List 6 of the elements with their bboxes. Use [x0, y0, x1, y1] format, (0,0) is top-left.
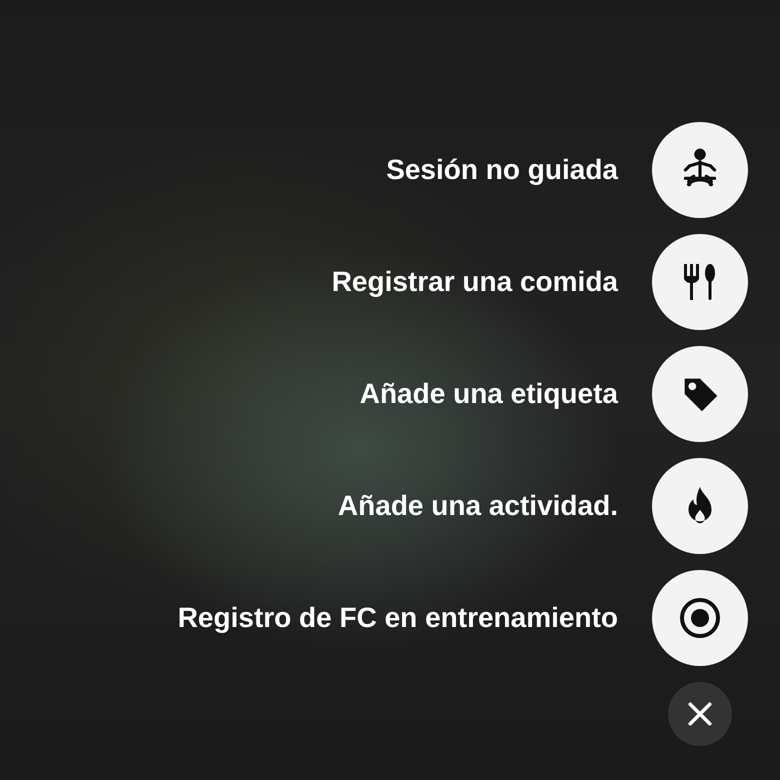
action-label: Añade una actividad. — [338, 490, 618, 522]
action-label: Añade una etiqueta — [360, 378, 618, 410]
action-label: Registro de FC en entrenamiento — [178, 602, 618, 634]
action-label: Sesión no guiada — [386, 154, 618, 186]
action-label: Registrar una comida — [332, 266, 618, 298]
close-icon — [687, 701, 713, 727]
